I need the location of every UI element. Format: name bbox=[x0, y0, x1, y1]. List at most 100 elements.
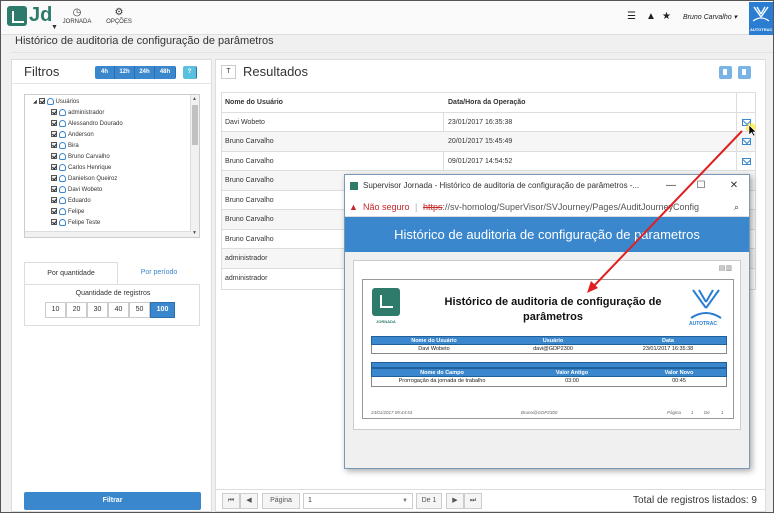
header-cell: Valor Novo bbox=[664, 370, 694, 376]
user-icon bbox=[59, 108, 66, 116]
page-total: 1 bbox=[721, 410, 724, 415]
tab-por-quantidade[interactable]: Por quantidade bbox=[24, 262, 118, 284]
autotrac-logo bbox=[690, 289, 722, 319]
quantity-40-button[interactable]: 40 bbox=[108, 302, 129, 318]
time-12h-button[interactable]: 12h bbox=[115, 66, 135, 79]
url-text[interactable]: https://sv-homolog/SuperVisor/SVJourney/… bbox=[423, 197, 728, 216]
scroll-thumb[interactable] bbox=[192, 105, 198, 145]
checkbox[interactable] bbox=[51, 219, 57, 226]
list-icon[interactable]: ☰ bbox=[627, 11, 636, 22]
quantity-30-button[interactable]: 30 bbox=[87, 302, 108, 318]
brand-text: AUTOTRAC bbox=[750, 27, 773, 32]
zoom-icon[interactable]: ⌕ bbox=[734, 197, 739, 216]
warning-icon[interactable]: ▲ bbox=[646, 11, 656, 22]
tree-item[interactable]: Bira bbox=[51, 141, 79, 151]
report-viewer: ▤▥ JORNADA Histórico de auditoria de con… bbox=[353, 260, 741, 430]
tree-root[interactable]: ◢ Usuários bbox=[33, 97, 79, 107]
maximize-icon[interactable]: ☐ bbox=[690, 175, 712, 197]
tree-scrollbar[interactable]: ▲ ▼ bbox=[190, 95, 199, 237]
expand-icon[interactable]: ◢ bbox=[33, 99, 37, 105]
checkbox[interactable] bbox=[51, 153, 57, 160]
nav-opcoes[interactable]: ⚙ OPÇÕES bbox=[99, 7, 139, 25]
cell-user: Bruno Carvalho bbox=[225, 138, 274, 145]
filter-toggle-icon[interactable]: T bbox=[221, 65, 236, 79]
checkbox[interactable] bbox=[51, 197, 57, 204]
time-48h-button[interactable]: 48h bbox=[155, 66, 176, 79]
window-titlebar[interactable]: Supervisor Jornada - Histórico de audito… bbox=[345, 175, 749, 197]
report-export-icons[interactable]: ▤▥ bbox=[719, 264, 732, 272]
close-icon[interactable]: ✕ bbox=[723, 175, 745, 197]
tree-item[interactable]: Davi Wobeto bbox=[51, 185, 102, 195]
tree-hscrollbar[interactable] bbox=[25, 231, 191, 237]
tree-item[interactable]: Eduardo bbox=[51, 196, 91, 206]
total-records: Total de registros listados: 9 bbox=[633, 495, 757, 506]
tree-item[interactable]: Felipe bbox=[51, 207, 84, 217]
export-excel-icon[interactable] bbox=[738, 66, 751, 79]
user-icon bbox=[59, 141, 66, 149]
quantity-10-button[interactable]: 10 bbox=[45, 302, 66, 318]
report-table-header: Nome do Campo Valor Antigo Valor Novo bbox=[371, 368, 727, 377]
gears-icon: ⚙ bbox=[114, 7, 124, 18]
checkbox[interactable] bbox=[38, 98, 45, 105]
table-row[interactable]: Bruno Carvalho 09/01/2017 14:54:52 bbox=[222, 151, 755, 171]
tree-item[interactable]: Felipe Teste bbox=[51, 218, 100, 228]
next-page-icon[interactable]: ▶ bbox=[446, 493, 464, 509]
app-logo[interactable]: Jd ▼ bbox=[7, 4, 58, 32]
cell: Prorrogação da jornada de trabalho bbox=[398, 378, 486, 384]
report-title: Histórico de auditoria de configuração d… bbox=[444, 296, 662, 323]
report-table-header: Nome do Usuário Usuário Data bbox=[371, 336, 727, 345]
tree-item[interactable]: Carlos Henrique bbox=[51, 163, 111, 173]
scroll-down-icon[interactable]: ▼ bbox=[192, 230, 197, 236]
minimize-icon[interactable]: — bbox=[660, 175, 682, 197]
first-page-icon[interactable]: ⏮ bbox=[222, 493, 240, 509]
user-icon bbox=[59, 152, 66, 160]
scroll-up-icon[interactable]: ▲ bbox=[192, 96, 197, 102]
tree-item[interactable]: Danielson Queiroz bbox=[51, 174, 117, 184]
checkbox[interactable] bbox=[51, 109, 57, 116]
printed-date: 24/01/2017 09:44:53 bbox=[371, 410, 413, 415]
export-pdf-icon[interactable] bbox=[719, 66, 732, 79]
last-page-icon[interactable]: ⏭ bbox=[464, 493, 482, 509]
window-title: Supervisor Jornada - Histórico de audito… bbox=[363, 181, 640, 190]
checkbox[interactable] bbox=[51, 120, 57, 127]
envelope-icon[interactable] bbox=[742, 157, 751, 165]
tab-por-periodo[interactable]: Por período bbox=[118, 262, 200, 284]
tree-item[interactable]: Anderson bbox=[51, 130, 94, 140]
address-bar[interactable]: ▲ Não seguro | https://sv-homolog/SuperV… bbox=[345, 197, 749, 217]
star-icon[interactable]: ★ bbox=[662, 11, 671, 22]
col-date-header[interactable]: Data/Hora da Operação bbox=[448, 93, 525, 112]
tree-item-label: Anderson bbox=[68, 132, 94, 138]
quantity-50-button[interactable]: 50 bbox=[129, 302, 150, 318]
tree-item-label: Carlos Henrique bbox=[68, 165, 112, 171]
table-row[interactable]: Bruno Carvalho 20/01/2017 15:45:49 bbox=[222, 132, 755, 152]
prev-page-icon[interactable]: ◀ bbox=[240, 493, 258, 509]
checkbox[interactable] bbox=[51, 208, 57, 215]
cell-date: 23/01/2017 16:35:38 bbox=[448, 118, 513, 126]
filter-button[interactable]: Filtrar bbox=[24, 492, 201, 510]
time-4h-button[interactable]: 4h bbox=[95, 66, 115, 79]
tree-item[interactable]: administrador bbox=[51, 108, 104, 118]
tree-item[interactable]: Bruno Carvalho bbox=[51, 152, 110, 162]
security-label[interactable]: Não seguro bbox=[363, 197, 410, 216]
checkbox[interactable] bbox=[51, 186, 57, 193]
user-menu[interactable]: Bruno Carvalho ▾ bbox=[683, 13, 737, 21]
tree-item[interactable]: Alessandro Dourado bbox=[51, 119, 123, 129]
table-row[interactable]: Davi Wobeto 23/01/2017 16:35:38 bbox=[222, 112, 755, 132]
help-icon[interactable]: ? bbox=[183, 66, 197, 79]
checkbox[interactable] bbox=[51, 175, 57, 182]
quantity-panel: Quantidade de registros 10 20 30 40 50 1… bbox=[24, 284, 200, 326]
printed-by: Bruno@GDP2300 bbox=[521, 410, 558, 415]
quantity-100-button[interactable]: 100 bbox=[150, 302, 175, 318]
nav-jornada[interactable]: ◷ JORNADA bbox=[57, 7, 97, 25]
user-icon bbox=[46, 97, 54, 105]
envelope-icon[interactable] bbox=[742, 138, 751, 145]
cell: davi@GDP2300 bbox=[533, 346, 573, 352]
time-24h-button[interactable]: 24h bbox=[135, 66, 155, 79]
checkbox[interactable] bbox=[51, 164, 57, 171]
checkbox[interactable] bbox=[51, 142, 57, 149]
col-user-header[interactable]: Nome do Usuário bbox=[225, 93, 283, 112]
checkbox[interactable] bbox=[51, 131, 57, 138]
user-icon bbox=[59, 163, 66, 171]
page-select[interactable]: 1 ▼ bbox=[303, 493, 413, 509]
quantity-20-button[interactable]: 20 bbox=[66, 302, 87, 318]
